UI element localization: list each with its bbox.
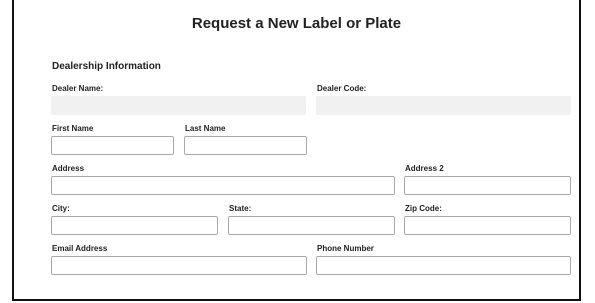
address-field[interactable] (51, 176, 395, 195)
email-label: Email Address (52, 244, 108, 253)
dealer-name-field[interactable] (51, 96, 306, 115)
city-field[interactable] (51, 216, 218, 235)
last-name-field[interactable] (184, 136, 307, 155)
form-title: Request a New Label or Plate (191, 15, 402, 32)
address-label: Address (52, 164, 85, 173)
section-title-dealership: Dealership Information (52, 61, 161, 72)
city-label: City: (52, 204, 70, 213)
dealer-name-label: Dealer Name: (52, 84, 104, 93)
last-name-label: Last Name (185, 124, 226, 133)
dealer-code-field[interactable] (316, 96, 571, 115)
state-label: State: (229, 204, 252, 213)
email-field[interactable] (51, 256, 307, 275)
dealer-code-label: Dealer Code: (317, 84, 367, 93)
form-panel: Request a New Label or Plate Dealership … (12, 0, 581, 301)
phone-label: Phone Number (317, 244, 374, 253)
phone-field[interactable] (316, 256, 571, 275)
address2-field[interactable] (404, 176, 571, 195)
first-name-label: First Name (52, 124, 94, 133)
first-name-field[interactable] (51, 136, 174, 155)
state-field[interactable] (228, 216, 395, 235)
zip-code-field[interactable] (404, 216, 571, 235)
zip-code-label: Zip Code: (405, 204, 442, 213)
address2-label: Address 2 (405, 164, 444, 173)
